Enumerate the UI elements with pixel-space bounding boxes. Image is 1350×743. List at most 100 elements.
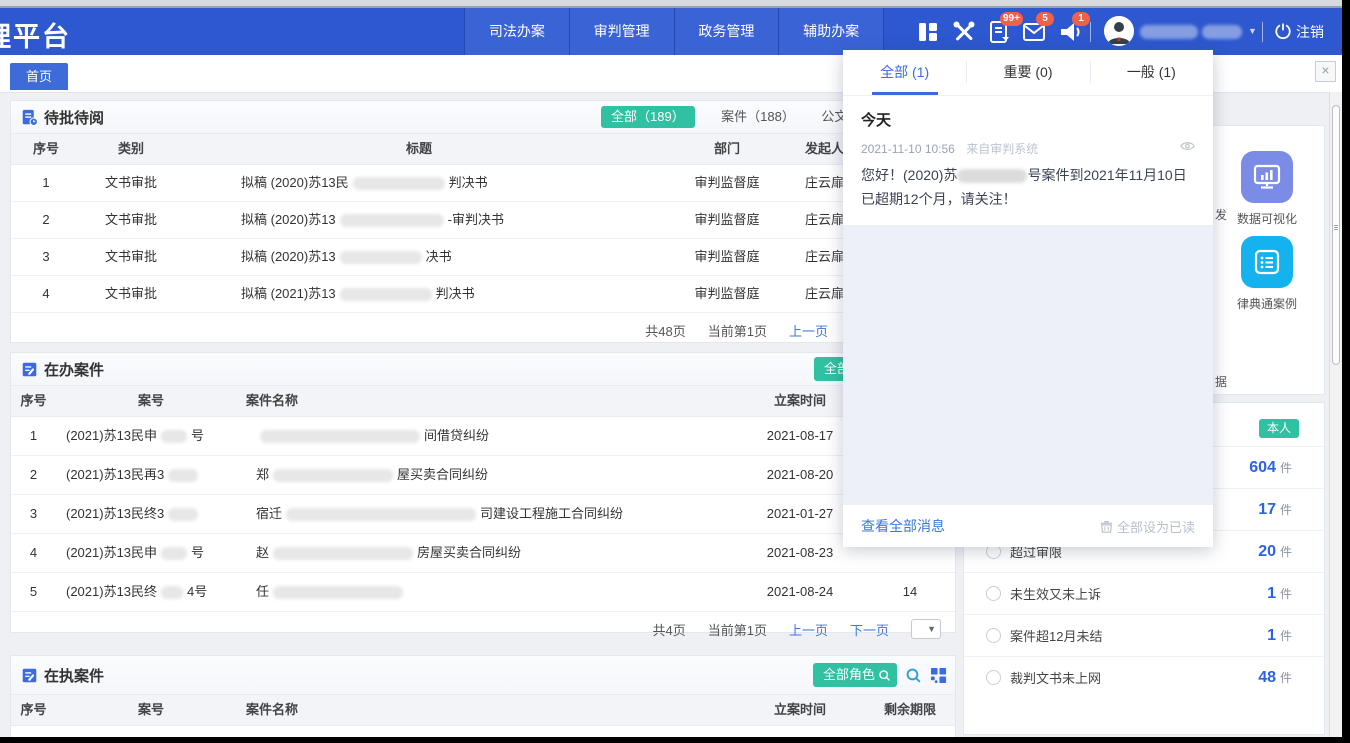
me-filter-button[interactable]: 本人 — [1259, 419, 1299, 438]
stat-row[interactable]: 裁判文书未上网 48件 — [964, 657, 1324, 698]
scrollbar-thumb[interactable] — [1332, 105, 1340, 365]
redacted-text — [353, 177, 445, 190]
search-icon — [878, 669, 891, 682]
working-cases-panel: 在办案件 全部角色 序号 案号 案件名称 立案时间 1 (2021)苏13民申号… — [10, 352, 956, 633]
tab-home[interactable]: 首页 — [10, 63, 68, 90]
table-row[interactable]: 3文书审批 拟稿 (2020)苏13决书 审判监督庭庄云扉 — [11, 239, 955, 276]
close-icon[interactable]: × — [1315, 61, 1336, 82]
eye-icon[interactable] — [1180, 140, 1195, 152]
table-row[interactable]: 1文书审批 拟稿 (2020)苏13民判决书 审判监督庭庄云扉 — [11, 165, 955, 202]
col-case-name: 案件名称 — [246, 386, 735, 416]
page-total: 共48页 — [645, 321, 685, 340]
nav-assist-case[interactable]: 辅助办案 — [778, 8, 884, 55]
col-type: 类别 — [81, 134, 181, 164]
redacted-text — [286, 508, 476, 521]
role-filter-button[interactable]: 全部角色 — [813, 663, 897, 687]
search-icon[interactable] — [905, 667, 922, 684]
notification-list: 今天 2021-11-10 10:56 来自审判系统 您好！(2020)苏号案件… — [843, 96, 1213, 226]
prev-page-button[interactable]: 上一页 — [789, 620, 828, 639]
mail-icon[interactable]: 5 — [1022, 20, 1046, 44]
tab-important-messages[interactable]: 重要 (0) — [966, 50, 1089, 95]
nav-trial-management[interactable]: 审判管理 — [569, 8, 674, 55]
tools-icon[interactable] — [952, 20, 976, 44]
date-group-label: 今天 — [861, 109, 1195, 130]
view-all-messages-link[interactable]: 查看全部消息 — [861, 516, 945, 536]
table-row[interactable]: 1 (2021)苏13民申号 间借贷纠纷 2021-08-17 — [11, 417, 955, 456]
prev-page-button[interactable]: 上一页 — [789, 321, 828, 340]
announcement-icon[interactable]: 1 — [1058, 20, 1082, 44]
col-seq: 序号 — [11, 386, 56, 416]
app-label: 数据可视化 — [1222, 210, 1312, 227]
notification-meta: 2021-11-10 10:56 来自审判系统 — [861, 140, 1195, 157]
case-edit-icon — [21, 361, 38, 378]
page-current: 当前第1页 — [708, 321, 767, 340]
power-icon[interactable] — [1274, 22, 1292, 40]
notification-time: 2021-11-10 10:56 — [861, 142, 955, 156]
todo-doc-icon[interactable]: 99+ — [988, 20, 1012, 44]
mail-badge: 5 — [1036, 12, 1054, 26]
table-row[interactable]: 2文书审批 拟稿 (2020)苏13-审判决书 审判监督庭庄云扉 — [11, 202, 955, 239]
filter-all[interactable]: 全部（189） — [601, 106, 695, 128]
app-label-fragment: 发 — [1215, 206, 1227, 223]
redacted-text — [260, 430, 420, 443]
table-row[interactable]: 3 (2021)苏13民终3 宿迁司建设工程施工合同纠纷 2021-01-27 — [11, 495, 955, 534]
col-case-name: 案件名称 — [246, 695, 735, 725]
stat-row[interactable]: 案件超12月未结 1件 — [964, 615, 1324, 657]
divider — [1090, 22, 1091, 42]
col-title: 标题 — [181, 134, 657, 164]
nav-judicial-case[interactable]: 司法办案 — [464, 8, 569, 55]
table-row[interactable]: 5 (2021)苏13民终4号 任 2021-08-2414 — [11, 573, 955, 612]
table-row[interactable]: 2 (2021)苏13民再3 郑屋买卖合同纠纷 2021-08-20 — [11, 456, 955, 495]
radio-icon[interactable] — [986, 586, 1001, 601]
vertical-scrollbar[interactable] — [1329, 92, 1342, 737]
executing-panel-header: 在执案件 全部角色 — [11, 656, 955, 695]
notification-empty-area — [843, 226, 1213, 504]
notification-tabs: 全部 (1) 重要 (0) 一般 (1) — [843, 50, 1213, 96]
notification-footer: 查看全部消息 全部设为已读 — [843, 504, 1213, 547]
working-panel-header: 在办案件 全部角色 — [11, 353, 955, 386]
tab-all-messages[interactable]: 全部 (1) — [843, 50, 966, 95]
grid-icon[interactable] — [930, 667, 947, 684]
monitor-chart-icon — [1241, 151, 1293, 203]
executing-table-header: 序号 案号 案件名称 立案时间 剩余期限 — [11, 695, 955, 726]
main-nav: 司法办案 审判管理 政务管理 辅助办案 — [464, 8, 884, 55]
radio-icon[interactable] — [986, 628, 1001, 643]
filter-cases[interactable]: 案件（188） — [721, 109, 795, 124]
page-size-select[interactable]: ▼ — [911, 619, 941, 639]
nav-government-affairs[interactable]: 政务管理 — [674, 8, 779, 55]
dashboard-icon[interactable] — [916, 20, 940, 44]
table-row[interactable]: 4文书审批 拟稿 (2021)苏13判决书 审判监督庭庄云扉 — [11, 276, 955, 313]
scrollbar-grip — [1334, 224, 1338, 230]
redacted-username — [1140, 25, 1198, 39]
redacted-text — [273, 586, 403, 599]
avatar[interactable] — [1104, 16, 1134, 46]
pending-pagination: 共48页 当前第1页 上一页 下一页 ▼ — [11, 313, 955, 347]
notification-message[interactable]: 您好！(2020)苏号案件到2021年11月10日已超期12个月，请关注！ — [861, 163, 1195, 211]
working-panel-title: 在办案件 — [44, 359, 104, 380]
col-case-no: 案号 — [56, 386, 246, 416]
table-row[interactable]: 4 (2021)苏13民申号 赵房屋买卖合同纠纷 2021-08-23 — [11, 534, 955, 573]
redacted-username — [1202, 25, 1242, 39]
chevron-down-icon[interactable]: ▼ — [1248, 26, 1257, 36]
divider — [1262, 22, 1263, 42]
col-remaining: 剩余期限 — [865, 695, 955, 725]
next-page-button[interactable]: 下一页 — [850, 620, 889, 639]
pending-panel-title: 待批待阅 — [44, 107, 104, 128]
radio-icon[interactable] — [986, 670, 1001, 685]
stat-row[interactable]: 未生效又未上诉 1件 — [964, 573, 1324, 615]
working-table-header: 序号 案号 案件名称 立案时间 — [11, 386, 955, 417]
tab-general-messages[interactable]: 一般 (1) — [1090, 50, 1213, 95]
app-item-data-visualization[interactable]: 数据可视化 — [1222, 151, 1312, 227]
top-header: 理平台 司法办案 审判管理 政务管理 辅助办案 99+ 5 1 — [0, 8, 1342, 55]
redacted-text — [273, 469, 393, 482]
executing-panel-title: 在执案件 — [44, 665, 104, 686]
list-doc-icon — [1241, 236, 1293, 288]
app-item-ludianton-cases[interactable]: 律典通案例 — [1222, 236, 1312, 312]
col-filing-date: 立案时间 — [735, 695, 865, 725]
redacted-text — [340, 214, 444, 227]
mark-all-read-button[interactable]: 全部设为已读 — [1100, 517, 1195, 536]
redacted-text — [340, 288, 432, 301]
redacted-text — [273, 547, 413, 560]
pending-filters: 全部（189） 案件（188） 公文 — [601, 106, 847, 128]
logout-button[interactable]: 注销 — [1296, 22, 1324, 42]
